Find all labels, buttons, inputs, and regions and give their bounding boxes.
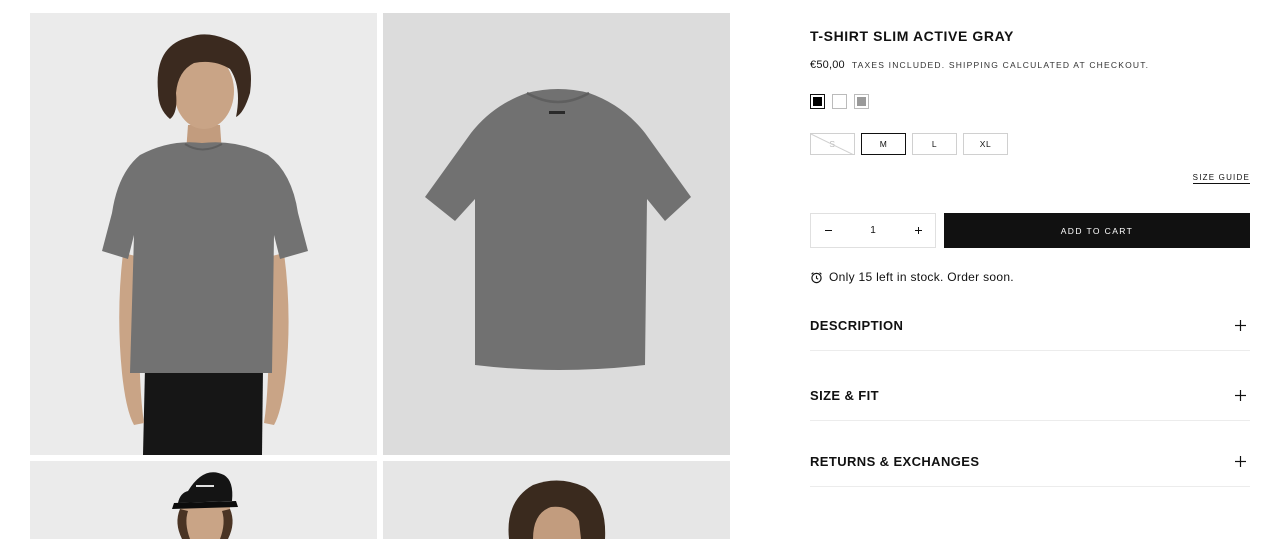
color-swatches [810, 94, 869, 109]
size-option-s[interactable]: S [810, 133, 855, 155]
plus-icon [1235, 390, 1246, 401]
add-to-cart-button[interactable]: ADD TO CART [944, 213, 1250, 248]
plus-icon [1235, 456, 1246, 467]
color-swatch-black[interactable] [810, 94, 825, 109]
gallery-image-flat-lay[interactable] [383, 13, 730, 455]
color-swatch-white[interactable] [832, 94, 847, 109]
model-hair-image [383, 461, 730, 539]
price-row: €50,00 TAXES INCLUDED. SHIPPING CALCULAT… [810, 59, 1149, 71]
product-info-panel: T-SHIRT SLIM ACTIVE GRAY €50,00 TAXES IN… [810, 0, 1250, 539]
stock-message: Only 15 left in stock. Order soon. [829, 270, 1014, 284]
model-front-image [30, 13, 377, 455]
product-price: €50,00 [810, 59, 845, 71]
accordion-description-label: DESCRIPTION [810, 318, 904, 333]
plus-icon [914, 227, 922, 234]
decrease-quantity-button[interactable] [821, 224, 835, 238]
size-option-xl[interactable]: XL [963, 133, 1008, 155]
accordion-size-fit[interactable]: SIZE & FIT [810, 351, 1250, 421]
gallery-image-model-hair[interactable] [383, 461, 730, 539]
model-cap-image [30, 461, 377, 539]
quantity-stepper: 1 [810, 213, 936, 248]
plus-icon [1235, 320, 1246, 331]
size-selector: S M L XL [810, 133, 1008, 155]
gallery-image-model-front[interactable] [30, 13, 377, 455]
accordion-size-fit-label: SIZE & FIT [810, 388, 879, 403]
tshirt-flat-image [383, 13, 730, 455]
stock-notice: Only 15 left in stock. Order soon. [810, 270, 1014, 284]
accordion-returns-label: RETURNS & EXCHANGES [810, 454, 980, 469]
alarm-clock-icon [811, 271, 822, 283]
quantity-value[interactable]: 1 [870, 225, 876, 236]
color-swatch-gray[interactable] [854, 94, 869, 109]
product-gallery [30, 13, 730, 539]
size-option-m[interactable]: M [861, 133, 906, 155]
minus-icon [824, 230, 832, 231]
size-option-l[interactable]: L [912, 133, 957, 155]
gallery-image-model-cap[interactable] [30, 461, 377, 539]
accordion-returns-exchanges[interactable]: RETURNS & EXCHANGES [810, 421, 1250, 487]
accordion-description[interactable]: DESCRIPTION [810, 300, 1250, 351]
tax-shipping-note: TAXES INCLUDED. SHIPPING CALCULATED AT C… [851, 60, 1150, 70]
increase-quantity-button[interactable] [911, 224, 925, 238]
size-guide-link[interactable]: SIZE GUIDE [1192, 173, 1250, 184]
product-title: T-SHIRT SLIM ACTIVE GRAY [810, 28, 1014, 44]
